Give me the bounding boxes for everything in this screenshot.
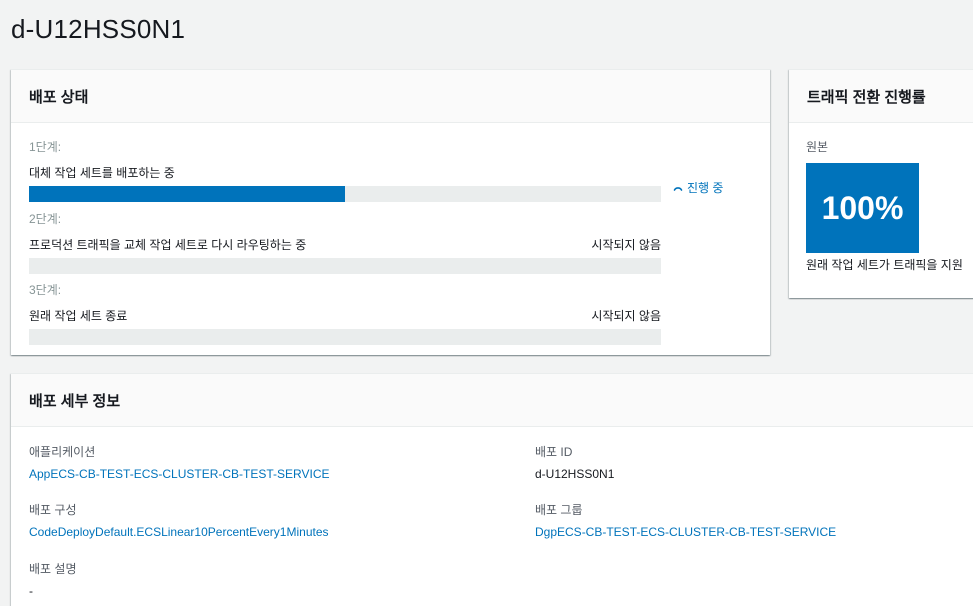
deployment-id-value: d-U12HSS0N1 xyxy=(535,467,615,481)
step-1-description: 대체 작업 세트를 배포하는 중 xyxy=(29,166,175,180)
application-field: 애플리케이션 AppECS-CB-TEST-ECS-CLUSTER-CB-TES… xyxy=(29,443,330,481)
traffic-percent-box: 100% xyxy=(806,163,919,253)
page-title: d-U12HSS0N1 xyxy=(11,14,186,44)
step-1: 1단계: 대체 작업 세트를 배포하는 중 xyxy=(29,138,661,202)
deployment-status-header: 배포 상태 xyxy=(11,70,770,123)
step-3-label: 3단계: xyxy=(29,283,62,297)
deployment-description-field: 배포 설명 - xyxy=(29,560,77,598)
step-2-progress-bar xyxy=(29,258,661,274)
deployment-id-field: 배포 ID d-U12HSS0N1 xyxy=(535,443,614,481)
step-2: 2단계: 프로덕션 트래픽을 교체 작업 세트로 다시 라우팅하는 중 시작되지… xyxy=(29,210,661,274)
deployment-details-header: 배포 세부 정보 xyxy=(11,374,973,427)
application-label: 애플리케이션 xyxy=(29,445,96,459)
deployment-details-panel: 배포 세부 정보 애플리케이션 AppECS-CB-TEST-ECS-CLUST… xyxy=(11,373,973,606)
in-progress-text: 진행 중 xyxy=(687,181,724,195)
deployment-status-panel: 배포 상태 1단계: 대체 작업 세트를 배포하는 중 진행 중 2단계: 프로… xyxy=(11,69,770,355)
deployment-id-label: 배포 ID xyxy=(535,445,573,459)
step-3-description: 원래 작업 세트 종료 xyxy=(29,309,128,323)
step-2-description: 프로덕션 트래픽을 교체 작업 세트로 다시 라우팅하는 중 xyxy=(29,238,307,252)
traffic-shift-panel: 트래픽 전환 진행률 원본 100% 원래 작업 세트가 트래픽을 지원 xyxy=(789,69,973,298)
deployment-group-link[interactable]: DgpECS-CB-TEST-ECS-CLUSTER-CB-TEST-SERVI… xyxy=(535,525,836,539)
step-3-progress-bar xyxy=(29,329,661,345)
step-3-status: 시작되지 않음 xyxy=(591,309,661,323)
deployment-config-link[interactable]: CodeDeployDefault.ECSLinear10PercentEver… xyxy=(29,525,329,539)
deployment-description-value: - xyxy=(29,584,33,598)
step-2-label: 2단계: xyxy=(29,212,62,226)
step-1-in-progress: 진행 중 xyxy=(673,179,723,196)
application-link[interactable]: AppECS-CB-TEST-ECS-CLUSTER-CB-TEST-SERVI… xyxy=(29,467,330,481)
deployment-group-field: 배포 그룹 DgpECS-CB-TEST-ECS-CLUSTER-CB-TEST… xyxy=(535,501,836,539)
traffic-original-label: 원본 xyxy=(806,140,829,154)
spinner-icon xyxy=(673,186,683,191)
traffic-shift-header: 트래픽 전환 진행률 xyxy=(789,70,973,123)
traffic-caption: 원래 작업 세트가 트래픽을 지원 xyxy=(806,258,963,272)
step-1-progress-bar xyxy=(29,186,661,202)
deployment-description-label: 배포 설명 xyxy=(29,562,77,576)
step-1-progress-fill xyxy=(29,186,345,202)
step-2-status: 시작되지 않음 xyxy=(591,238,661,252)
deployment-group-label: 배포 그룹 xyxy=(535,503,583,517)
deployment-config-field: 배포 구성 CodeDeployDefault.ECSLinear10Perce… xyxy=(29,501,329,539)
deployment-config-label: 배포 구성 xyxy=(29,503,77,517)
step-1-label: 1단계: xyxy=(29,140,62,154)
step-3: 3단계: 원래 작업 세트 종료 시작되지 않음 xyxy=(29,281,661,345)
